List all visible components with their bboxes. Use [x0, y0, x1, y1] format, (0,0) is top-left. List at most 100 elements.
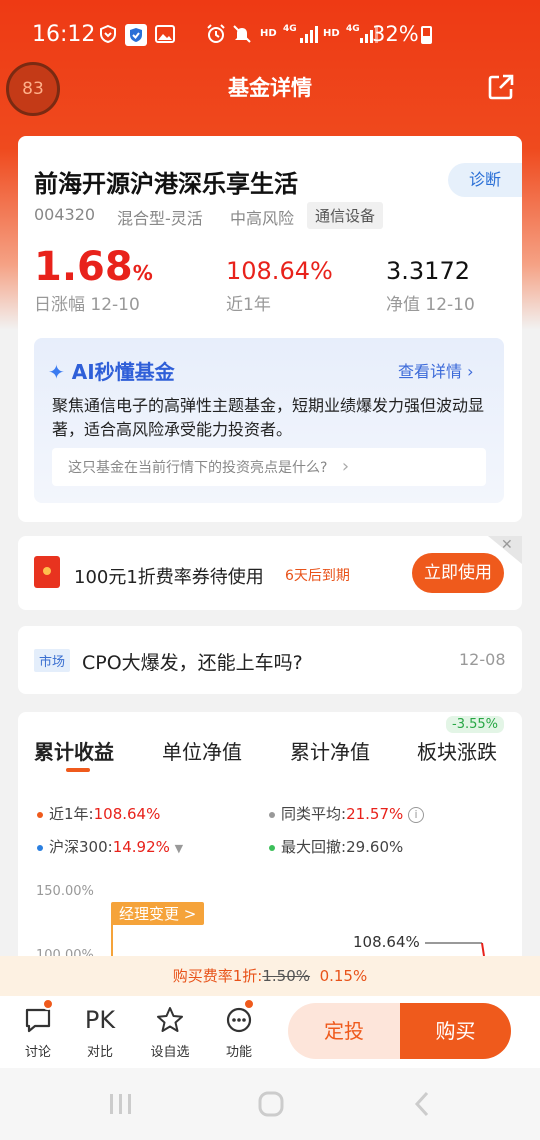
manager-change-label[interactable]: 经理变更 >: [111, 902, 205, 925]
star-icon: [140, 1003, 200, 1037]
diagnose-button[interactable]: 诊断: [448, 163, 522, 197]
chevron-right-icon: ›: [467, 362, 474, 381]
fund-risk: 中高风险: [230, 209, 295, 228]
y-tick-100: 100.00%: [36, 948, 94, 956]
compare-label: 对比: [86, 1045, 113, 1060]
function-label: 功能: [225, 1045, 252, 1060]
home-icon[interactable]: [257, 1090, 285, 1118]
fee-bar: 购买费率1折:1.50% 0.15%: [0, 956, 540, 996]
news-date: 12-08: [459, 650, 506, 669]
page-title: 基金详情: [228, 76, 312, 100]
chevron-right-icon: ›: [341, 456, 350, 477]
info-icon[interactable]: i: [408, 806, 425, 823]
y-tick-150: 150.00%: [36, 884, 94, 899]
discuss-label: 讨论: [24, 1045, 51, 1060]
watch-label: 设自选: [150, 1045, 190, 1060]
legend-peer-label: 同类平均:: [281, 805, 347, 823]
more-circle-icon: [209, 1003, 269, 1037]
share-icon[interactable]: [488, 74, 514, 100]
legend-drawdown-value: 29.60%: [346, 838, 404, 856]
hd-label-1: HD: [260, 28, 277, 39]
add-watchlist-button[interactable]: 设自选: [140, 1003, 200, 1060]
recent-apps-icon[interactable]: [108, 1092, 134, 1116]
shield-heart-icon: [98, 24, 118, 50]
system-nav-bar: [0, 1068, 540, 1140]
sparkle-icon: ✦: [48, 360, 65, 384]
notification-dot: [42, 998, 54, 1010]
nav-value: 3.3172: [386, 257, 470, 285]
ai-description: 聚焦通信电子的高弹性主题基金，短期业绩爆发力强但波动显著，适合高风险承受能力投资…: [52, 396, 485, 439]
legend-dot: [269, 811, 275, 818]
ai-more-link[interactable]: 查看详情 ›: [398, 358, 474, 382]
status-time: 16:12: [32, 22, 96, 47]
close-icon[interactable]: ✕: [501, 537, 513, 553]
sector-change-badge: -3.55%: [446, 716, 504, 733]
fund-name: 前海开源沪港深乐享生活: [34, 170, 298, 198]
use-coupon-button[interactable]: 立即使用: [412, 553, 504, 593]
legend-year-label: 近1年:: [49, 805, 94, 823]
legend-drawdown-label: 最大回撤:: [281, 838, 347, 856]
red-envelope-icon: [34, 556, 60, 588]
legend-drawdown: 最大回撤:29.60%: [269, 836, 403, 857]
series-line-year: [481, 942, 485, 956]
auto-invest-button[interactable]: 定投: [288, 1003, 400, 1059]
ai-title: ✦ AI秒懂基金: [48, 356, 175, 385]
gallery-icon: [155, 24, 175, 50]
pk-icon: PK: [84, 1006, 116, 1034]
buy-button[interactable]: 购买: [400, 1003, 511, 1059]
legend-peer-value: 21.57%: [346, 805, 404, 823]
return-chart: 150.00% 100.00%: [36, 884, 485, 956]
legend-peer: 同类平均:21.57% i: [269, 803, 425, 824]
tab-cumulative-return[interactable]: 累计收益: [34, 736, 114, 765]
compare-button[interactable]: PK 对比: [70, 1003, 130, 1060]
discuss-button[interactable]: 讨论: [8, 1003, 68, 1060]
ai-question-text: 这只基金在当前行情下的投资亮点是什么?: [68, 460, 328, 476]
news-title[interactable]: CPO大爆发，还能上车吗?: [82, 648, 303, 675]
year-return-value: 108.64%: [226, 257, 333, 285]
year-return-label: 近1年: [226, 295, 271, 315]
alarm-icon: [206, 24, 226, 50]
hd-label-2: HD: [323, 28, 340, 39]
fund-code: 004320: [34, 205, 96, 224]
ai-title-text: AI秒懂基金: [71, 360, 175, 384]
tab-cumulative-nav[interactable]: 累计净值: [290, 736, 370, 765]
legend-index-value: 14.92%: [112, 838, 170, 856]
legend-year: 近1年:108.64%: [37, 803, 160, 824]
daily-change-value: 1.68: [34, 244, 133, 290]
ai-more-text: 查看详情: [398, 362, 463, 381]
legend-index[interactable]: 沪深300:14.92% ▼: [37, 836, 183, 857]
legend-dot: [37, 811, 43, 818]
news-tag: 市场: [34, 649, 71, 672]
caret-down-icon: ▼: [174, 842, 184, 855]
fee-label: 购买费率1折:: [172, 967, 263, 985]
legend-dot: [269, 844, 275, 851]
legend-index-label: 沪深300:: [49, 838, 113, 856]
battery-percent: 32%: [372, 22, 419, 46]
status-bar: 16:12 HD 4G HD 4G 32%: [0, 0, 540, 70]
fund-type: 混合型-灵活: [117, 209, 203, 228]
chevron-right-icon: >: [183, 905, 197, 923]
chart-end-annotation: 108.64%: [353, 933, 420, 951]
manager-change-text: 经理变更: [119, 905, 180, 923]
daily-change-label: 日涨幅 12-10: [34, 295, 140, 315]
function-button[interactable]: 功能: [209, 1003, 269, 1060]
daily-change-unit: %: [132, 261, 153, 285]
gen-label-1: 4G: [283, 24, 297, 34]
sector-tag[interactable]: 通信设备: [307, 202, 384, 229]
legend-year-value: 108.64%: [93, 805, 161, 823]
coupon-expire: 6天后到期: [285, 568, 350, 584]
tab-sector-change[interactable]: 板块涨跌: [417, 736, 497, 765]
battery-icon: [421, 26, 432, 44]
fee-new: 0.15%: [319, 967, 368, 985]
signal-icon-1: [300, 24, 318, 50]
ai-question-prompt[interactable]: 这只基金在当前行情下的投资亮点是什么? ›: [52, 448, 486, 486]
coupon-text: 100元1折费率券待使用: [74, 567, 264, 588]
back-icon[interactable]: [412, 1090, 432, 1118]
active-tab-indicator: [66, 768, 90, 772]
security-shield-icon: [125, 24, 147, 52]
nav-label: 净值 12-10: [386, 295, 475, 315]
mute-icon: [232, 24, 252, 50]
fee-old: 1.50%: [262, 967, 311, 985]
tab-unit-nav[interactable]: 单位净值: [162, 736, 242, 765]
chat-bubble-icon: [8, 1003, 68, 1037]
